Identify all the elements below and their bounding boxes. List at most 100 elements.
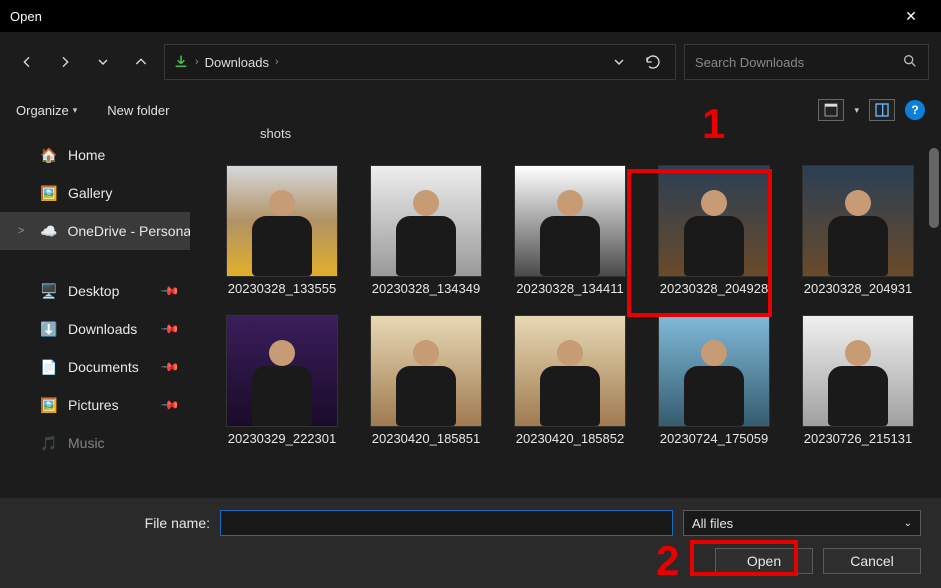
arrow-up-icon xyxy=(133,54,149,70)
desktop-icon: 🖥️ xyxy=(40,283,58,300)
refresh-icon xyxy=(645,54,661,70)
thumbnail xyxy=(802,165,914,277)
view-caret[interactable]: ▾ xyxy=(854,105,859,116)
sidebar-item-desktop[interactable]: 🖥️ Desktop 📌 xyxy=(0,272,190,310)
file-item[interactable]: 20230328_204931 xyxy=(786,165,930,297)
scrollbar[interactable] xyxy=(929,138,939,438)
gallery-icon: 🖼️ xyxy=(40,185,58,202)
thumbnail xyxy=(370,165,482,277)
thumbnail xyxy=(226,165,338,277)
thumbnail xyxy=(658,315,770,427)
chevron-right-icon: > xyxy=(18,225,24,237)
arrow-right-icon xyxy=(57,54,73,70)
filename-input[interactable] xyxy=(220,510,673,536)
content-pane: shots 20230328_133555 20230328_134349 20… xyxy=(190,128,941,498)
file-name: 20230328_134349 xyxy=(356,281,496,297)
home-icon: 🏠 xyxy=(40,147,58,164)
path-location: Downloads xyxy=(205,55,269,70)
search-input[interactable]: Search Downloads xyxy=(684,44,929,80)
thumbnail-grid: shots 20230328_133555 20230328_134349 20… xyxy=(190,128,941,448)
help-button[interactable]: ? xyxy=(905,100,925,120)
thumbnail xyxy=(226,315,338,427)
thumbnail xyxy=(514,315,626,427)
pin-icon: 📌 xyxy=(160,281,180,301)
thumbnail xyxy=(514,165,626,277)
sidebar-item-onedrive[interactable]: > ☁️ OneDrive - Personal xyxy=(0,212,190,250)
file-name: 20230328_134411 xyxy=(500,281,640,297)
sidebar-item-label: Home xyxy=(68,147,105,163)
file-name: 20230328_133555 xyxy=(212,281,352,297)
sidebar-item-music[interactable]: 🎵 Music xyxy=(0,424,190,462)
sidebar-item-gallery[interactable]: 🖼️ Gallery xyxy=(0,174,190,212)
file-name: 20230329_222301 xyxy=(212,431,352,447)
chevron-right-icon: › xyxy=(275,56,279,68)
sidebar-item-label: Desktop xyxy=(68,283,119,299)
path-dropdown[interactable] xyxy=(605,54,633,70)
toolbar: › Downloads › Search Downloads xyxy=(0,32,941,92)
sidebar-item-label: Pictures xyxy=(68,397,119,413)
up-button[interactable] xyxy=(126,47,156,77)
file-type-filter[interactable]: All files ⌄ xyxy=(683,510,921,536)
search-placeholder: Search Downloads xyxy=(695,55,902,70)
back-button[interactable] xyxy=(12,47,42,77)
file-name: 20230726_215131 xyxy=(788,431,928,447)
sidebar-item-label: Downloads xyxy=(68,321,137,337)
organize-button[interactable]: Organize ▾ xyxy=(16,103,77,118)
file-name: 20230420_185851 xyxy=(356,431,496,447)
cancel-button[interactable]: Cancel xyxy=(823,548,921,574)
downloads-icon xyxy=(173,53,189,72)
chevron-down-icon xyxy=(95,54,111,70)
path-bar[interactable]: › Downloads › xyxy=(164,44,676,80)
open-button[interactable]: Open xyxy=(715,548,813,574)
sidebar-item-downloads[interactable]: ⬇️ Downloads 📌 xyxy=(0,310,190,348)
preview-pane-button[interactable] xyxy=(869,99,895,121)
new-folder-button[interactable]: New folder xyxy=(107,103,169,118)
cloud-icon: ☁️ xyxy=(40,223,57,240)
caret-down-icon: ▾ xyxy=(73,105,78,116)
refresh-button[interactable] xyxy=(639,54,667,70)
file-item[interactable]: 20230328_134411 xyxy=(498,165,642,297)
sidebar-item-documents[interactable]: 📄 Documents 📌 xyxy=(0,348,190,386)
file-item-selected[interactable]: 20230328_204928 xyxy=(642,165,786,297)
chevron-right-icon: › xyxy=(195,56,199,68)
file-item[interactable]: 20230420_185852 xyxy=(498,315,642,447)
chevron-down-icon xyxy=(611,54,627,70)
sidebar-item-pictures[interactable]: 🖼️ Pictures 📌 xyxy=(0,386,190,424)
music-icon: 🎵 xyxy=(40,435,58,452)
file-item[interactable]: 20230328_133555 xyxy=(210,165,354,297)
file-name: 20230328_204931 xyxy=(788,281,928,297)
file-item[interactable]: 20230328_134349 xyxy=(354,165,498,297)
file-item[interactable]: 20230724_175059 xyxy=(642,315,786,447)
body: 🏠 Home 🖼️ Gallery > ☁️ OneDrive - Person… xyxy=(0,128,941,498)
file-item[interactable]: 20230329_222301 xyxy=(210,315,354,447)
view-layout-button[interactable] xyxy=(818,99,844,121)
recent-button[interactable] xyxy=(88,47,118,77)
arrow-left-icon xyxy=(19,54,35,70)
titlebar: Open ✕ xyxy=(0,0,941,32)
sidebar-item-home[interactable]: 🏠 Home xyxy=(0,136,190,174)
search-icon xyxy=(902,53,918,72)
layout-icon xyxy=(823,102,839,118)
preview-icon xyxy=(874,102,890,118)
toolbar-secondary: Organize ▾ New folder ▾ ? xyxy=(0,92,941,128)
close-icon[interactable]: ✕ xyxy=(891,0,931,32)
footer: File name: All files ⌄ Open Cancel xyxy=(0,498,941,588)
file-item[interactable]: 20230420_185851 xyxy=(354,315,498,447)
filename-label: File name: xyxy=(20,515,210,531)
sidebar-item-label: Documents xyxy=(68,359,139,375)
group-header: shots xyxy=(210,128,930,141)
forward-button[interactable] xyxy=(50,47,80,77)
window-title: Open xyxy=(10,9,891,24)
file-name: 20230724_175059 xyxy=(644,431,784,447)
chevron-down-icon: ⌄ xyxy=(904,518,912,529)
thumbnail xyxy=(370,315,482,427)
file-name: 20230328_204928 xyxy=(644,281,784,297)
pin-icon: 📌 xyxy=(160,395,180,415)
file-item[interactable]: 20230726_215131 xyxy=(786,315,930,447)
sidebar-item-label: OneDrive - Personal xyxy=(67,223,190,239)
scrollbar-thumb[interactable] xyxy=(929,148,939,228)
sidebar-item-label: Gallery xyxy=(68,185,112,201)
pictures-icon: 🖼️ xyxy=(40,397,58,414)
thumbnail xyxy=(658,165,770,277)
sidebar: 🏠 Home 🖼️ Gallery > ☁️ OneDrive - Person… xyxy=(0,128,190,498)
